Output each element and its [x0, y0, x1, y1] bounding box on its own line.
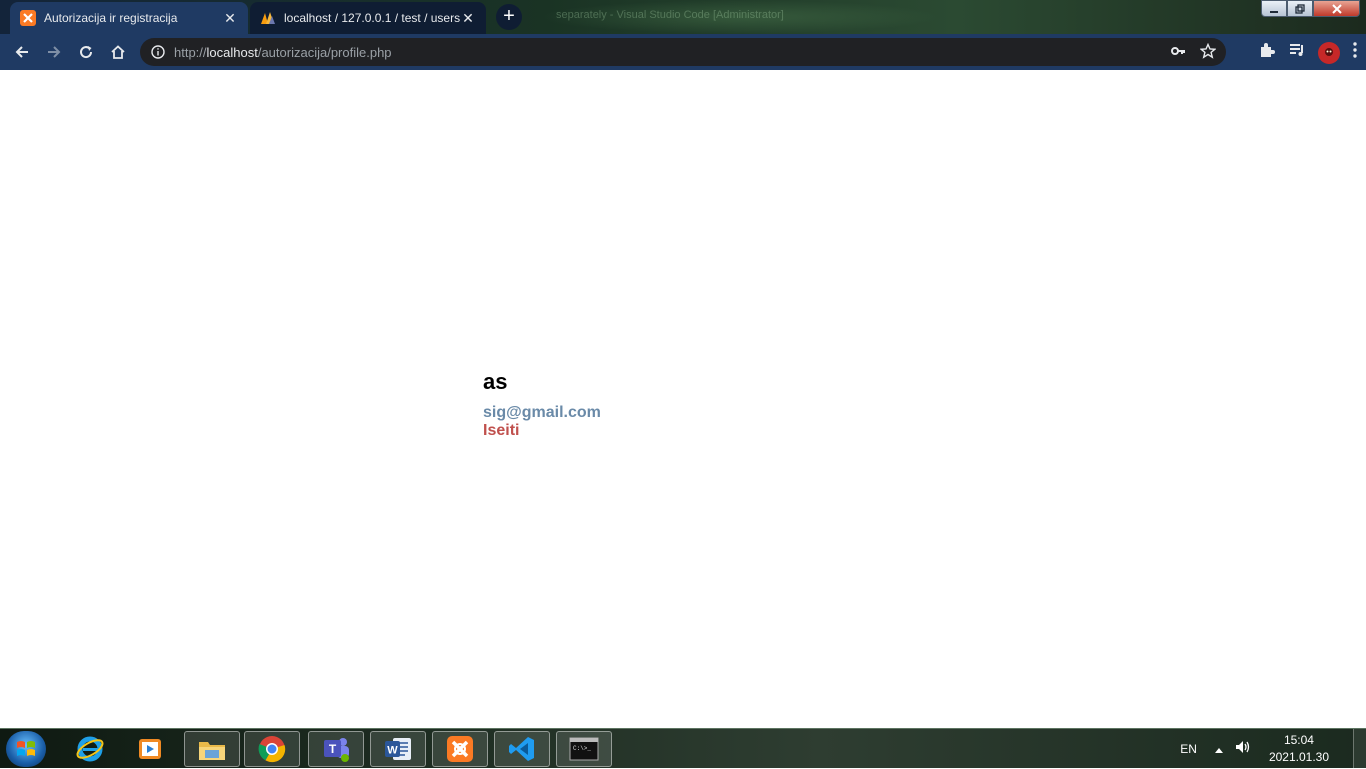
- chrome-icon[interactable]: [244, 731, 300, 767]
- reload-button[interactable]: [70, 36, 102, 68]
- close-icon[interactable]: ✕: [460, 10, 476, 26]
- windows-logo-icon: [17, 741, 35, 756]
- menu-icon[interactable]: [1352, 41, 1358, 64]
- tab-strip: separately - Visual Studio Code [Adminis…: [0, 0, 1366, 34]
- clock[interactable]: 15:04 2021.01.30: [1269, 732, 1329, 766]
- background-window-title: separately - Visual Studio Code [Adminis…: [556, 9, 784, 21]
- profile-avatar[interactable]: [1318, 41, 1340, 64]
- chevron-up-icon[interactable]: [1214, 740, 1223, 758]
- xampp-icon: [20, 10, 36, 26]
- cmd-icon[interactable]: C:\>_: [556, 731, 612, 767]
- profile-username: as: [483, 369, 508, 394]
- language-indicator[interactable]: EN: [1180, 742, 1197, 756]
- tab-title: Autorizacija ir registracija: [44, 11, 178, 25]
- close-icon: [1331, 3, 1342, 14]
- extensions-icon[interactable]: [1258, 41, 1276, 64]
- profile-email: sig@gmail.com: [483, 404, 601, 421]
- media-player-icon[interactable]: [122, 731, 178, 767]
- clock-time: 15:04: [1283, 733, 1314, 747]
- svg-text:C:\>_: C:\>_: [573, 745, 591, 752]
- address-bar[interactable]: http://localhost/autorizacija/profile.ph…: [140, 38, 1226, 66]
- site-info-icon[interactable]: [150, 44, 166, 60]
- restore-icon: [1295, 3, 1305, 14]
- home-button[interactable]: [102, 36, 134, 68]
- arrow-left-icon: [15, 46, 28, 58]
- tab-autorizacija[interactable]: Autorizacija ir registracija ✕: [10, 2, 248, 34]
- logout-link[interactable]: Iseiti: [483, 422, 601, 440]
- home-icon: [111, 45, 125, 59]
- volume-icon[interactable]: [1235, 740, 1251, 759]
- start-button[interactable]: [6, 731, 46, 767]
- page-content: as sig@gmail.com Iseiti: [0, 70, 1366, 728]
- arrow-right-icon: [48, 46, 61, 58]
- internet-explorer-icon[interactable]: [62, 731, 118, 767]
- profile-card: as sig@gmail.com Iseiti: [483, 369, 601, 440]
- show-desktop-button[interactable]: [1353, 729, 1366, 769]
- close-icon[interactable]: ✕: [222, 10, 238, 26]
- new-tab-button[interactable]: +: [496, 4, 522, 30]
- restore-button[interactable]: [1287, 0, 1313, 17]
- tab-phpmyadmin[interactable]: localhost / 127.0.0.1 / test / users ✕: [250, 2, 486, 34]
- minimize-button[interactable]: [1261, 0, 1287, 17]
- svg-text:W: W: [387, 745, 398, 757]
- key-icon[interactable]: [1170, 43, 1186, 64]
- media-controls-icon[interactable]: [1288, 41, 1306, 64]
- url-text[interactable]: http://localhost/autorizacija/profile.ph…: [174, 45, 392, 60]
- tab-title: localhost / 127.0.0.1 / test / users: [284, 11, 460, 25]
- reload-icon: [80, 46, 93, 59]
- teams-icon[interactable]: T: [308, 731, 364, 767]
- system-tray: EN 15:04 2021.01.30: [1180, 729, 1366, 769]
- browser-toolbar: http://localhost/autorizacija/profile.ph…: [0, 34, 1366, 70]
- clock-date: 2021.01.30: [1268, 750, 1329, 764]
- word-icon[interactable]: W: [370, 731, 426, 767]
- back-button[interactable]: [6, 36, 38, 68]
- svg-text:T: T: [329, 742, 337, 756]
- forward-button[interactable]: [38, 36, 70, 68]
- xampp-icon[interactable]: [432, 731, 488, 767]
- window-close-button[interactable]: [1313, 0, 1360, 17]
- window-controls: [1261, 0, 1360, 17]
- bookmark-star-icon[interactable]: [1199, 42, 1217, 64]
- taskbar: T W C:\>_ EN 15:04 2021.01.30: [0, 728, 1366, 769]
- phpmyadmin-icon: [260, 10, 276, 26]
- vscode-icon[interactable]: [494, 731, 550, 767]
- avatar-icon: [1325, 47, 1333, 56]
- file-explorer-icon[interactable]: [184, 731, 240, 767]
- minimize-icon: [1270, 10, 1278, 13]
